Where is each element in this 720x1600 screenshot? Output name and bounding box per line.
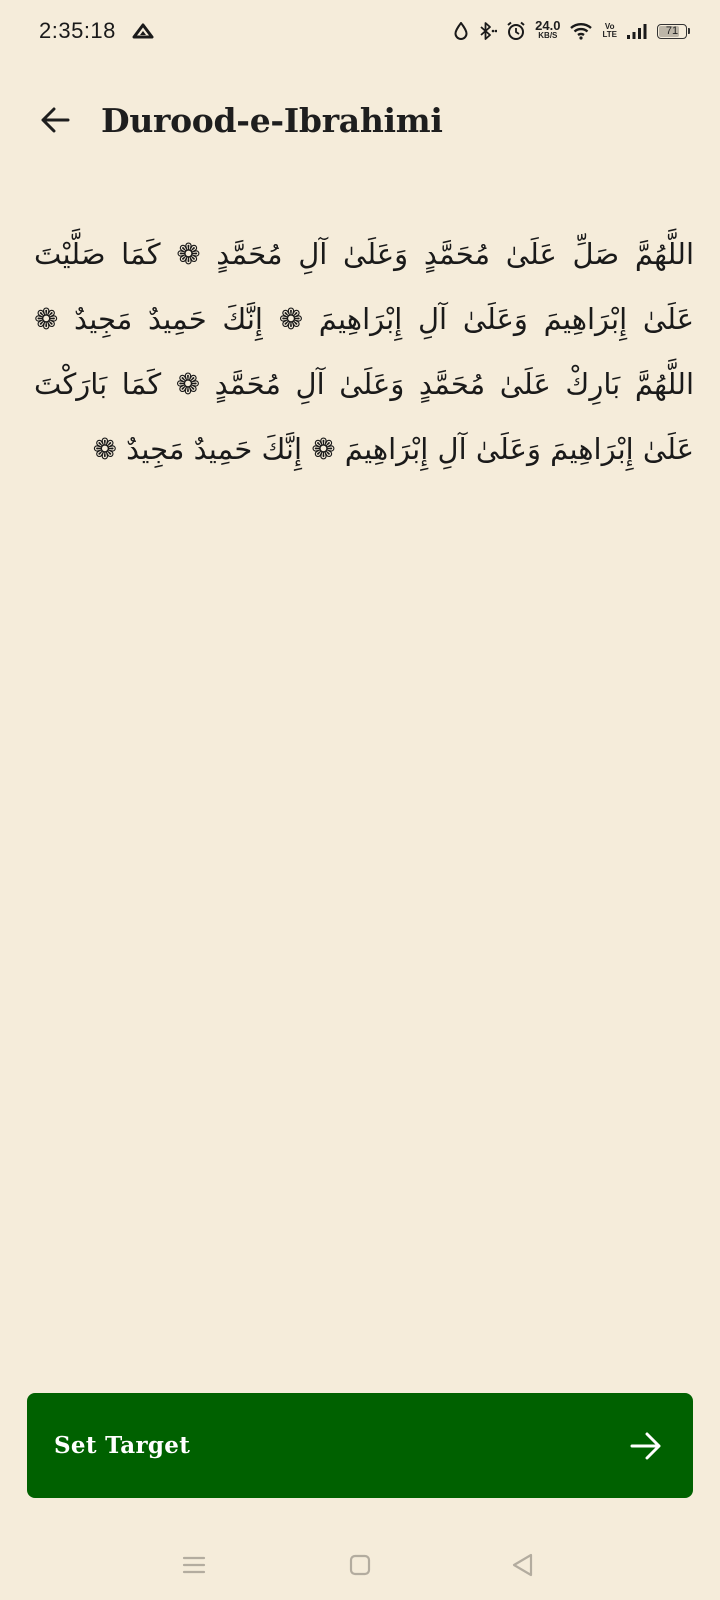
nav-back-button[interactable] — [494, 1540, 550, 1590]
status-right: 24.0 KB/S Vo LTE 71 — [454, 18, 690, 41]
back-button[interactable] — [27, 92, 83, 148]
set-target-label: Set Target — [54, 1432, 191, 1459]
status-time: 2:35:18 — [39, 18, 116, 43]
durood-arabic-text: اللَّهُمَّ صَلِّ عَلَىٰ مُحَمَّدٍ وَعَلَ… — [34, 237, 694, 466]
nav-home-button[interactable] — [332, 1540, 388, 1590]
volte-indicator: Vo LTE — [602, 23, 617, 39]
alarm-icon — [506, 21, 526, 41]
status-bar: 2:35:18 24.0 KB/S Vo LTE 71 — [0, 0, 720, 62]
drop-icon — [454, 22, 468, 40]
triangle-alert-icon — [132, 23, 154, 39]
nav-bar — [0, 1540, 720, 1590]
battery-icon: 71 — [657, 23, 690, 39]
back-triangle-icon — [512, 1553, 533, 1577]
menu-icon — [182, 1556, 206, 1574]
volte-bottom: LTE — [602, 30, 617, 39]
net-speed-value: 24.0 — [535, 18, 561, 33]
set-target-button[interactable]: Set Target — [27, 1393, 693, 1498]
arrow-left-icon — [41, 107, 70, 133]
app-bar: Durood-e-Ibrahimi — [0, 85, 720, 155]
net-speed: 24.0 KB/S — [535, 18, 561, 41]
wifi-icon — [569, 22, 593, 40]
battery-body: 71 — [657, 23, 687, 39]
battery-level: 71 — [665, 25, 679, 37]
battery-tip — [688, 28, 690, 34]
screen: 2:35:18 24.0 KB/S Vo LTE 71 Durood-e-Ibr… — [0, 0, 720, 1600]
nav-menu-button[interactable] — [166, 1540, 222, 1590]
home-square-icon — [349, 1554, 371, 1576]
arrow-right-icon — [630, 1432, 661, 1459]
page-title: Durood-e-Ibrahimi — [101, 100, 443, 140]
net-speed-unit: KB/S — [538, 31, 558, 40]
status-left: 2:35:18 — [39, 18, 154, 44]
bluetooth-icon — [477, 22, 498, 40]
signal-icon — [626, 22, 648, 40]
